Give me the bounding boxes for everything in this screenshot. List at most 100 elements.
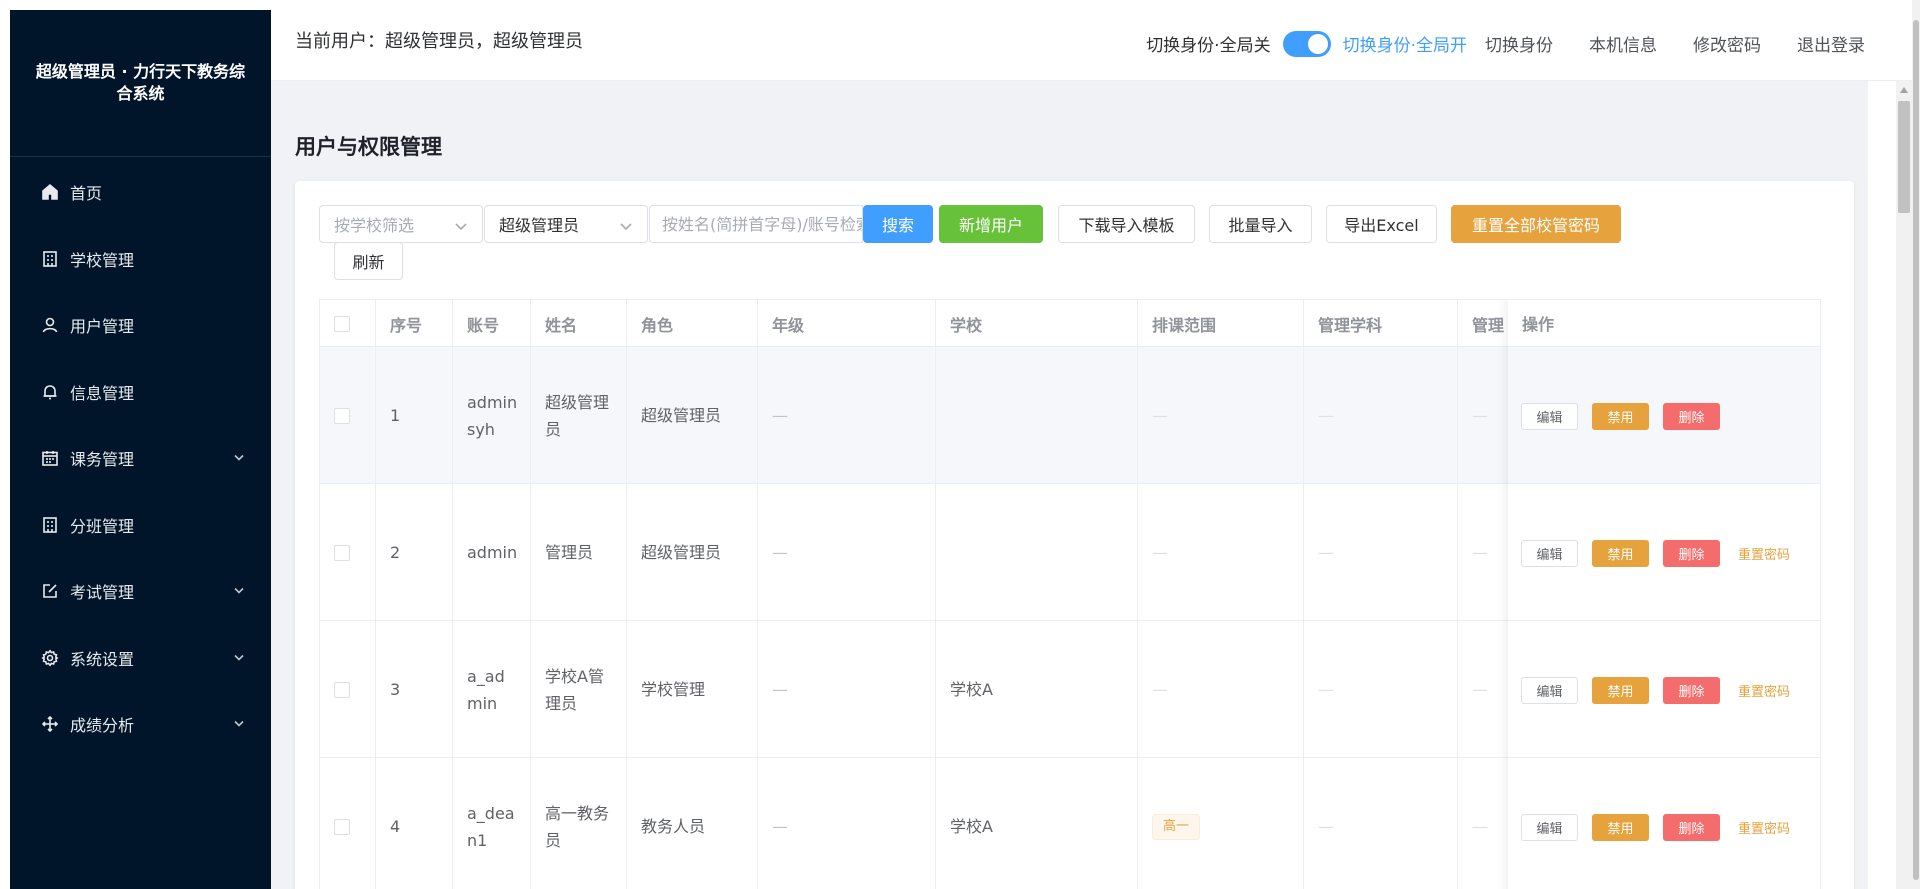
add-user-button[interactable]: 新增用户	[939, 205, 1043, 243]
delete-button[interactable]: 删除	[1663, 677, 1720, 704]
cell-role: 超级管理员	[627, 347, 758, 484]
sidebar-item-6[interactable]: 考试管理	[10, 558, 271, 625]
chevron-down-icon	[454, 218, 468, 237]
cell-subject: —	[1304, 758, 1458, 889]
select-all-checkbox[interactable]	[334, 315, 350, 332]
reset-password-button[interactable]: 重置密码	[1734, 540, 1794, 567]
search-button[interactable]: 搜索	[863, 205, 933, 243]
cell-index: 4	[376, 758, 453, 889]
column-header: 年级	[758, 300, 936, 347]
local-info-link[interactable]: 本机信息	[1589, 31, 1657, 56]
reset-all-password-button[interactable]: 重置全部校管密码	[1451, 205, 1621, 243]
reset-password-button[interactable]: 重置密码	[1734, 677, 1794, 704]
sidebar-item-5[interactable]: 分班管理	[10, 492, 271, 559]
sidebar-item-label: 考试管理	[70, 583, 135, 603]
row-select-cell	[320, 621, 376, 758]
logout-link[interactable]: 退出登录	[1797, 31, 1865, 56]
row-actions: 编辑 禁用 删除 重置密码	[1508, 758, 1820, 889]
cell-role: 超级管理员	[627, 484, 758, 621]
select-all-cell	[320, 300, 376, 347]
building-icon	[40, 515, 60, 535]
chevron-down-icon	[233, 449, 245, 468]
building-icon	[40, 249, 60, 269]
sidebar-item-7[interactable]: 系统设置	[10, 625, 271, 692]
cell-index: 3	[376, 621, 453, 758]
cell-grade: —	[758, 621, 936, 758]
sidebar-item-label: 系统设置	[70, 649, 135, 669]
sidebar-item-label: 学校管理	[70, 250, 135, 270]
download-template-button[interactable]: 下载导入模板	[1058, 205, 1195, 243]
content-scrollbar[interactable]	[1896, 81, 1912, 889]
window-scrollbar[interactable]	[1912, 0, 1920, 889]
chevron-down-icon	[233, 715, 245, 734]
scrollbar-thumb[interactable]	[1898, 101, 1910, 213]
sidebar-item-label: 首页	[70, 184, 103, 204]
disable-button[interactable]: 禁用	[1592, 677, 1649, 704]
disable-button[interactable]: 禁用	[1592, 814, 1649, 841]
column-header: 排课范围	[1138, 300, 1304, 347]
current-user-text: 当前用户：超级管理员，超级管理员	[295, 31, 583, 52]
sidebar-item-label: 分班管理	[70, 516, 135, 536]
app-window: 超级管理员 · 力行天下教务综合系统 首页 学校管理 用户管理 信息管理 课务管理 分班管…	[0, 0, 1920, 889]
chevron-down-icon	[233, 582, 245, 601]
switch-on-label: 切换身份·全局开	[1342, 36, 1467, 56]
row-checkbox[interactable]	[334, 544, 350, 561]
delete-button[interactable]: 删除	[1663, 540, 1720, 567]
row-checkbox[interactable]	[334, 818, 350, 835]
delete-button[interactable]: 删除	[1663, 403, 1720, 430]
cell-name: 管理员	[531, 484, 627, 621]
row-checkbox[interactable]	[334, 407, 350, 424]
column-header: 学校	[936, 300, 1138, 347]
sidebar-item-1[interactable]: 学校管理	[10, 226, 271, 293]
cell-account: admin	[453, 484, 531, 621]
role-filter-value: 超级管理员	[499, 216, 580, 235]
global-identity-switch[interactable]	[1282, 30, 1331, 57]
scroll-up-icon[interactable]	[1900, 87, 1908, 93]
school-filter-select[interactable]: 按学校筛选	[319, 205, 483, 243]
sidebar-item-8[interactable]: 成绩分析	[10, 691, 271, 758]
cell-school: 学校A	[936, 758, 1138, 889]
switch-identity-link[interactable]: 切换身份	[1485, 31, 1553, 56]
change-password-link[interactable]: 修改密码	[1693, 31, 1761, 56]
cell-range: —	[1138, 484, 1304, 621]
refresh-button[interactable]: 刷新	[334, 242, 403, 280]
batch-import-button[interactable]: 批量导入	[1209, 205, 1312, 243]
delete-button[interactable]: 删除	[1663, 814, 1720, 841]
cell-range: —	[1138, 621, 1304, 758]
cell-grade: —	[758, 347, 936, 484]
top-header: 当前用户：超级管理员，超级管理员 切换身份·全局关 切换身份·全局开 切换身份 …	[271, 0, 1920, 81]
chevron-down-icon	[619, 218, 633, 237]
column-header: 账号	[453, 300, 531, 347]
header-actions: 切换身份·全局关 切换身份·全局开 切换身份 本机信息 修改密码 退出登录	[1146, 0, 1865, 87]
export-excel-button[interactable]: 导出Excel	[1326, 205, 1437, 243]
user-icon	[40, 315, 60, 335]
column-header: 管理学科	[1304, 300, 1458, 347]
main-content: 用户与权限管理 按学校筛选 超级管理员 搜索 新增用户 下载导入模板 批量导入 …	[271, 81, 1868, 889]
cell-name: 高一教务员	[531, 758, 627, 889]
edit-button[interactable]: 编辑	[1521, 403, 1578, 430]
cell-name: 学校A管理员	[531, 621, 627, 758]
row-checkbox[interactable]	[334, 681, 350, 698]
sidebar-item-0[interactable]: 首页	[10, 159, 271, 226]
home-icon	[40, 182, 60, 202]
cell-account: a_admin	[453, 621, 531, 758]
edit-button[interactable]: 编辑	[1521, 814, 1578, 841]
cell-account: a_dean1	[453, 758, 531, 889]
edit-button[interactable]: 编辑	[1521, 540, 1578, 567]
sidebar-item-label: 成绩分析	[70, 716, 135, 736]
disable-button[interactable]: 禁用	[1592, 403, 1649, 430]
reset-password-button[interactable]: 重置密码	[1734, 814, 1794, 841]
search-input[interactable]	[649, 205, 863, 243]
chevron-down-icon	[233, 648, 245, 667]
sidebar-item-3[interactable]: 信息管理	[10, 359, 271, 426]
column-header: 序号	[376, 300, 453, 347]
sidebar-item-2[interactable]: 用户管理	[10, 292, 271, 359]
row-select-cell	[320, 484, 376, 621]
edit-button[interactable]: 编辑	[1521, 677, 1578, 704]
window-scrollbar-thumb[interactable]	[1913, 20, 1919, 880]
disable-button[interactable]: 禁用	[1592, 540, 1649, 567]
move-icon	[40, 714, 60, 734]
cell-role: 学校管理	[627, 621, 758, 758]
role-filter-select[interactable]: 超级管理员	[484, 205, 648, 243]
sidebar-item-4[interactable]: 课务管理	[10, 425, 271, 492]
